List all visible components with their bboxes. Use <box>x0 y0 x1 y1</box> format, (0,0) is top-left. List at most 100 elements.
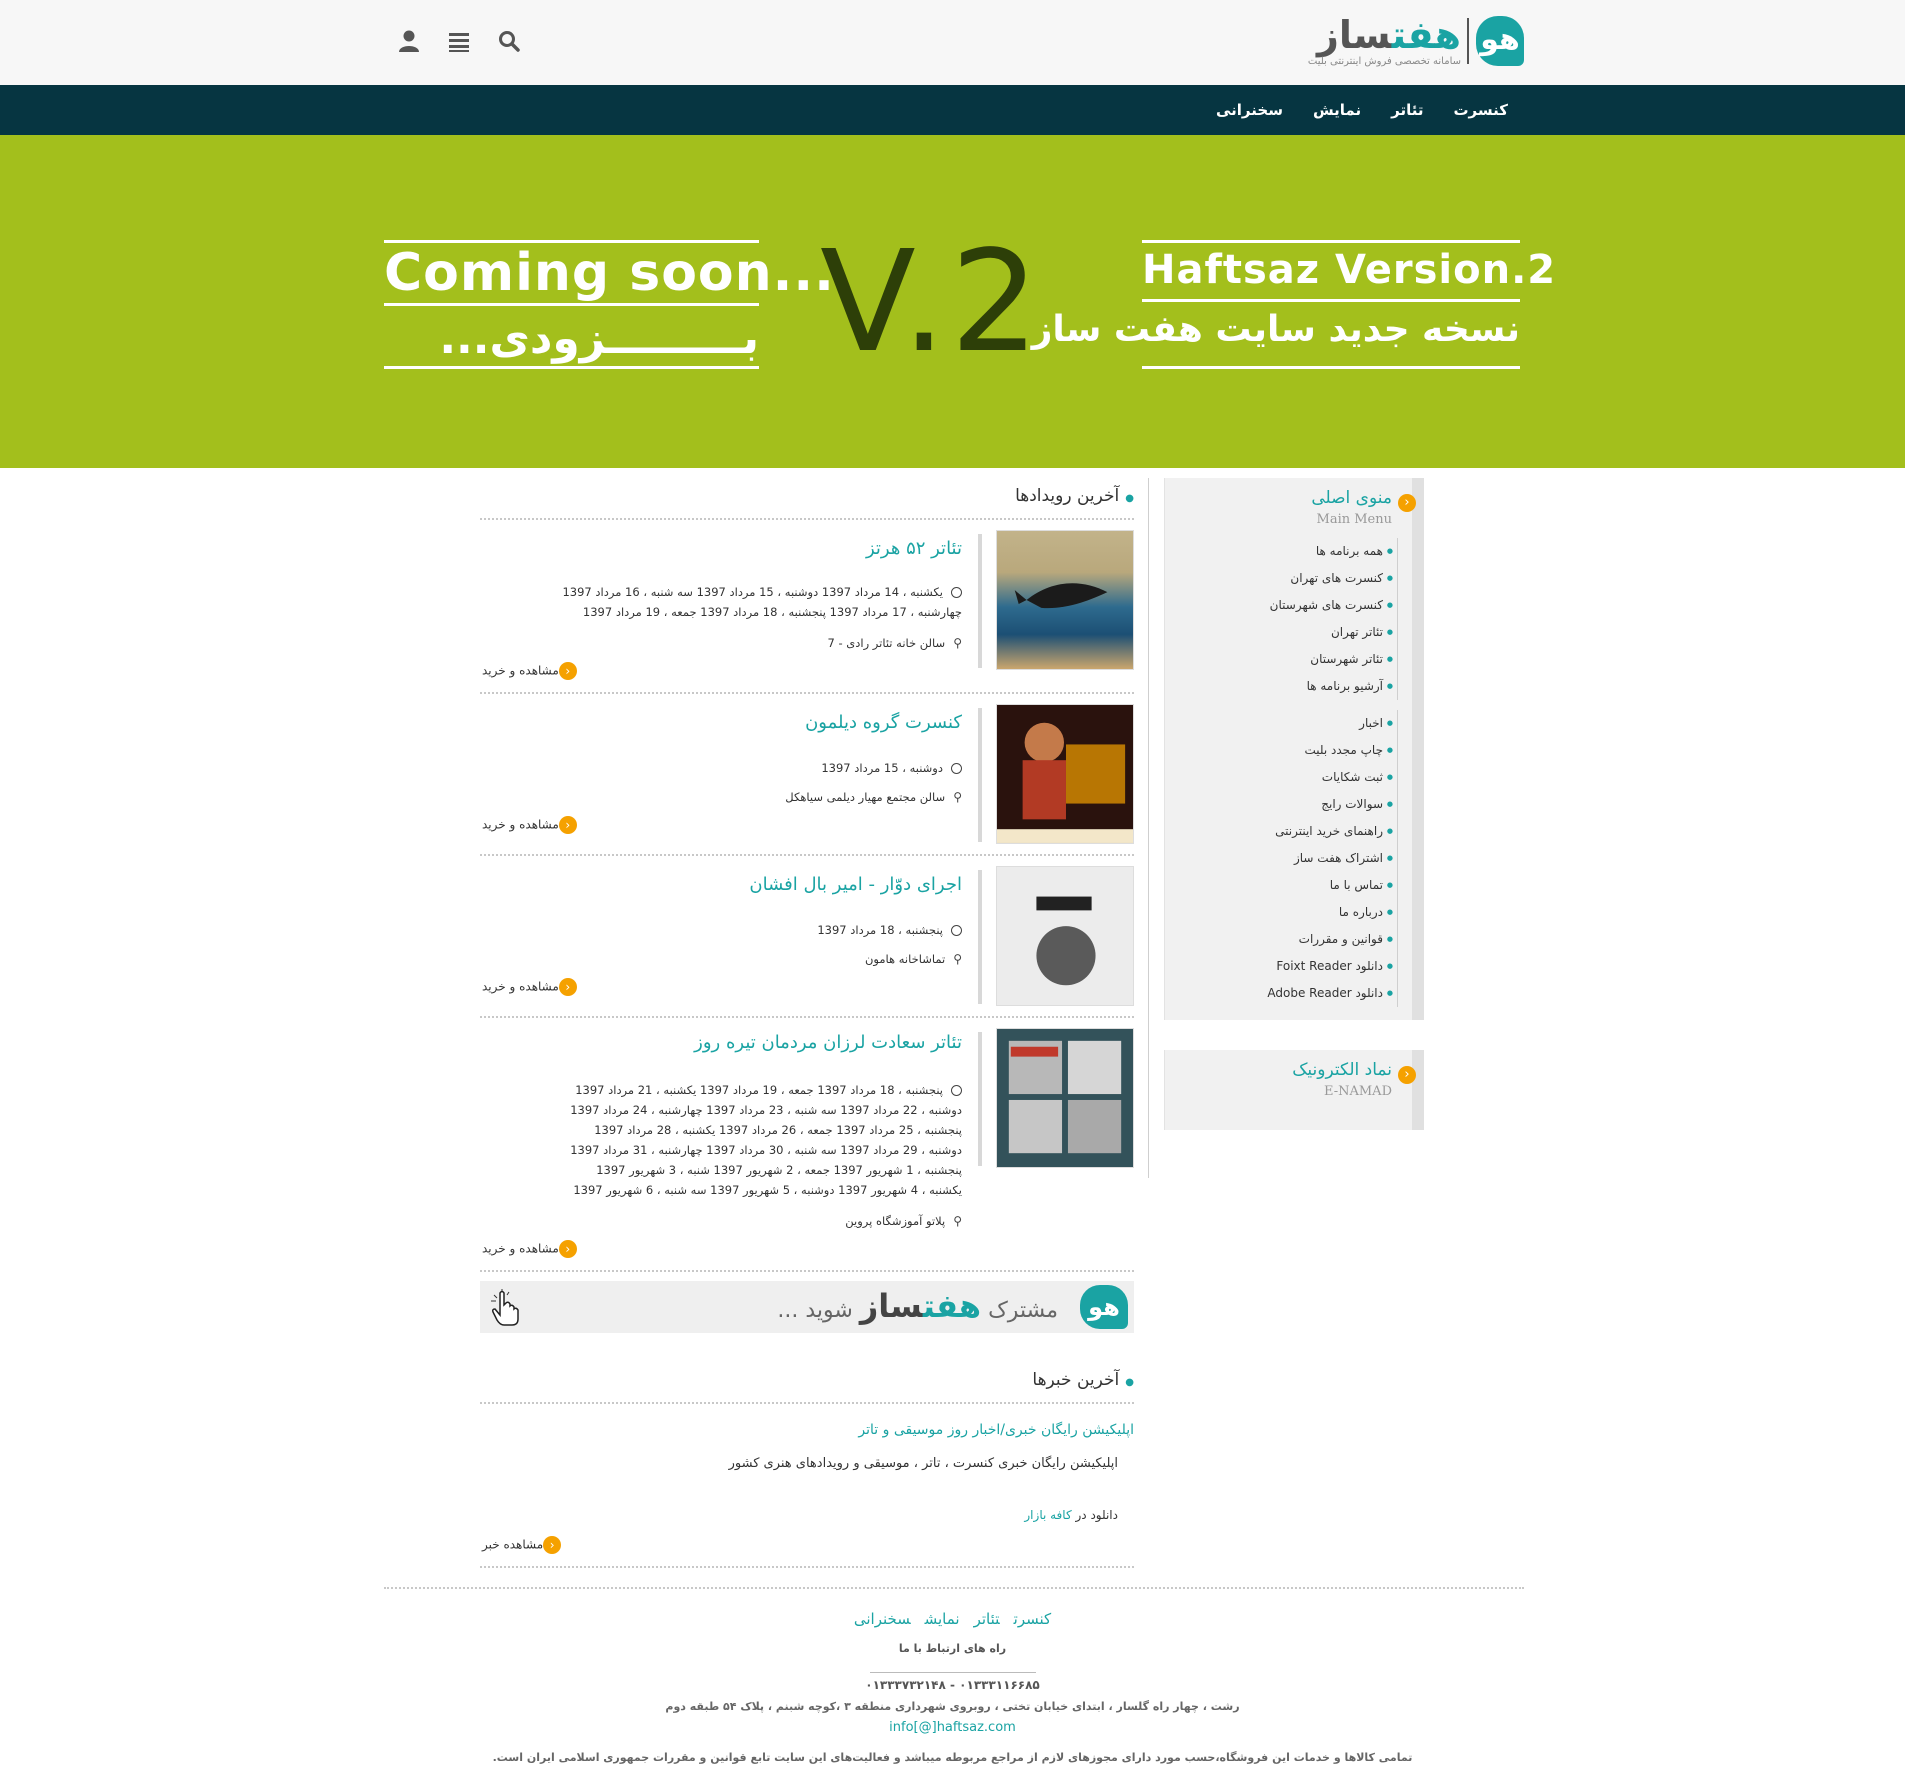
subscribe-text-before: مشترک <box>988 1298 1058 1323</box>
view-and-buy-label: مشاهده و خرید <box>482 663 559 678</box>
event-bar <box>978 534 982 668</box>
event-bar <box>978 1032 982 1166</box>
sidebar-item-about[interactable]: درباره ما <box>1238 899 1397 926</box>
news-section: ●آخرین خبرها اپلیکیشن رایگان خبری/اخبار … <box>480 1362 1134 1572</box>
banner-rule <box>1142 366 1520 369</box>
event-date-line: یکشنبه ، 14 مرداد 1397 دوشنبه ، 15 مرداد… <box>562 582 962 602</box>
view-and-buy-button[interactable]: ‹مشاهده و خرید <box>482 816 583 834</box>
menu-group-programs: همه برنامه ها کنسرت های تهران کنسرت های … <box>1238 538 1398 700</box>
map-pin-icon: ⚲ <box>953 1214 962 1228</box>
event-venue-text: سالن خانه تئاتر رادی - 7 <box>827 636 946 650</box>
sidebar-item-complaints[interactable]: ثبت شکایات <box>1238 764 1397 791</box>
sidebar-item-city-concerts[interactable]: کنسرت های شهرستان <box>1238 592 1397 619</box>
sidebar-item-foxit[interactable]: دانلود Foixt Reader <box>1238 953 1397 980</box>
nav-item-lecture[interactable]: سخنرانی <box>1216 85 1283 135</box>
sidebar-item-archive[interactable]: آرشیو برنامه ها <box>1238 673 1397 700</box>
view-and-buy-label: مشاهده و خرید <box>482 1241 559 1256</box>
event-title[interactable]: تئاتر سعادت لرزان مردمان تیره روز <box>694 1032 962 1053</box>
hero-banner[interactable]: Coming soon... بـــــــــزودی... V.2 Haf… <box>0 135 1905 468</box>
footer-email[interactable]: info[@]haftsaz.com <box>0 1720 1905 1735</box>
view-news-button[interactable]: ‹مشاهده خبر <box>482 1536 567 1554</box>
footer-links: کنسرت تئاتر نمایش سخنرانی <box>0 1610 1905 1628</box>
event-dates: یکشنبه ، 14 مرداد 1397 دوشنبه ، 15 مرداد… <box>562 582 962 622</box>
event-poster-image[interactable] <box>996 530 1134 670</box>
logo-divider <box>1467 18 1469 64</box>
subscribe-text: مشترک هفتساز شوید ... <box>777 1287 1058 1325</box>
event-date-line: دوشنبه ، 29 مرداد 1397 سه شنبه ، 30 مردا… <box>570 1140 962 1160</box>
event-bar <box>978 708 982 842</box>
event-date-text: یکشنبه ، 14 مرداد 1397 دوشنبه ، 15 مرداد… <box>562 585 943 599</box>
search-icon[interactable] <box>496 28 522 54</box>
view-and-buy-button[interactable]: ‹مشاهده و خرید <box>482 978 583 996</box>
clock-icon <box>951 587 962 598</box>
banner-version: V.2 <box>820 221 1044 384</box>
footer-link-show[interactable]: نمایش <box>925 1610 960 1628</box>
footer-address: رشت ، چهار راه گلسار ، ابتدای خیابان تخت… <box>665 1700 1240 1713</box>
event-venue: ⚲ سالن مجتمع مهیار دیلمی سیاهکل <box>785 790 962 804</box>
menu-icon[interactable] <box>446 28 472 54</box>
footer-link-concert[interactable]: کنسرت <box>1014 1610 1052 1628</box>
event-date-line: دوشنبه ، 15 مرداد 1397 <box>821 758 962 778</box>
event-poster-image[interactable] <box>996 704 1134 844</box>
subscribe-text-after: شوید ... <box>777 1298 853 1323</box>
subscribe-banner[interactable]: هو مشترک هفتساز شوید ... <box>480 1281 1134 1333</box>
banner-version-fa: نسخه جدید سایت هفت ساز <box>1031 309 1520 350</box>
sidebar-item-tehran-theater[interactable]: تئاتر تهران <box>1238 619 1397 646</box>
event-poster-image[interactable] <box>996 866 1134 1006</box>
map-pin-icon: ⚲ <box>953 790 962 804</box>
logo-mark-icon: هو <box>1476 16 1524 66</box>
event-title[interactable]: تئاتر ۵۲ هرتز <box>866 538 962 559</box>
sidebar-item-city-theater[interactable]: تئاتر شهرستان <box>1238 646 1397 673</box>
sidebar-main-menu: ‹ منوی اصلی Main Menu همه برنامه ها کنسر… <box>1164 478 1424 1020</box>
cafe-bazaar-link[interactable]: کافه بازار <box>1024 1508 1071 1522</box>
news-title: ●آخرین خبرها <box>1032 1370 1134 1390</box>
nav-item-show[interactable]: نمایش <box>1313 85 1361 135</box>
divider <box>480 1270 1134 1272</box>
sidebar-item-all-programs[interactable]: همه برنامه ها <box>1238 538 1397 565</box>
event-dates: دوشنبه ، 15 مرداد 1397 <box>821 758 962 778</box>
event-title[interactable]: کنسرت گروه دیلمون <box>805 712 962 733</box>
event-poster-image[interactable] <box>996 1028 1134 1168</box>
user-icon[interactable] <box>396 28 422 54</box>
banner-rule <box>1142 299 1520 302</box>
event-date-line: یکشنبه ، 4 شهریور 1397 دوشنبه ، 5 شهریور… <box>570 1180 962 1200</box>
divider <box>480 1402 1134 1404</box>
site-header: هو هفتساز سامانه تخصصی فروش اینترنتی بلی… <box>0 0 1905 85</box>
event-date-text: یکشنبه ، 4 شهریور 1397 دوشنبه ، 5 شهریور… <box>573 1183 962 1197</box>
event-date-line: پنجشنبه ، 25 مرداد 1397 جمعه ، 26 مرداد … <box>570 1120 962 1140</box>
logo-mark-icon: هو <box>1080 1285 1128 1329</box>
events-title-text: آخرین رویدادها <box>1015 486 1120 506</box>
nav-item-theater[interactable]: تئاتر <box>1391 85 1423 135</box>
banner-version-en: Haftsaz Version.2 <box>1142 247 1557 293</box>
banner-rule <box>384 366 759 369</box>
logo-name: هفتساز <box>1317 14 1461 56</box>
sidebar-item-adobe[interactable]: دانلود Adobe Reader <box>1238 980 1397 1007</box>
clock-icon <box>951 1085 962 1096</box>
sidebar-item-contact[interactable]: تماس با ما <box>1238 872 1397 899</box>
event-title[interactable]: اجرای دوّار - امیر بال افشان <box>749 874 962 895</box>
event-date-line: پنجشنبه ، 1 شهریور 1397 جمعه ، 2 شهریور … <box>570 1160 962 1180</box>
event-bar <box>978 870 982 1004</box>
divider <box>480 692 1134 694</box>
news-item-title[interactable]: اپلیکیشن رایگان خبری/اخبار روز موسیقی و … <box>858 1422 1134 1438</box>
nav-item-concert[interactable]: کنسرت <box>1453 85 1508 135</box>
footer-link-lecture[interactable]: سخنرانی <box>854 1610 911 1628</box>
event-venue-text: تماشاخانه هامون <box>864 952 946 966</box>
sidebar-item-news[interactable]: اخبار <box>1238 710 1397 737</box>
logo-name-b: ساز <box>1316 13 1392 57</box>
sidebar-item-rules[interactable]: قوانین و مقررات <box>1238 926 1397 953</box>
view-and-buy-button[interactable]: ‹مشاهده و خرید <box>482 662 583 680</box>
event-venue: ⚲ تماشاخانه هامون <box>865 952 962 966</box>
sidebar-item-reprint-ticket[interactable]: چاپ مجدد بلیت <box>1238 737 1397 764</box>
site-logo[interactable]: هو هفتساز سامانه تخصصی فروش اینترنتی بلی… <box>1308 14 1524 74</box>
divider <box>480 1566 1134 1568</box>
banner-rule <box>384 303 759 306</box>
sidebar-item-subscription[interactable]: اشتراک هفت ساز <box>1238 845 1397 872</box>
sidebar-item-tehran-concerts[interactable]: کنسرت های تهران <box>1238 565 1397 592</box>
footer-link-theater[interactable]: تئاتر <box>974 1610 1000 1628</box>
sidebar-item-faq[interactable]: سوالات رایج <box>1238 791 1397 818</box>
main-divider <box>1148 478 1149 1178</box>
sidebar-item-buy-guide[interactable]: راهنمای خرید اینترنتی <box>1238 818 1397 845</box>
view-and-buy-button[interactable]: ‹مشاهده و خرید <box>482 1240 583 1258</box>
banner-coming-soon-fa: بـــــــــزودی... <box>439 313 759 364</box>
